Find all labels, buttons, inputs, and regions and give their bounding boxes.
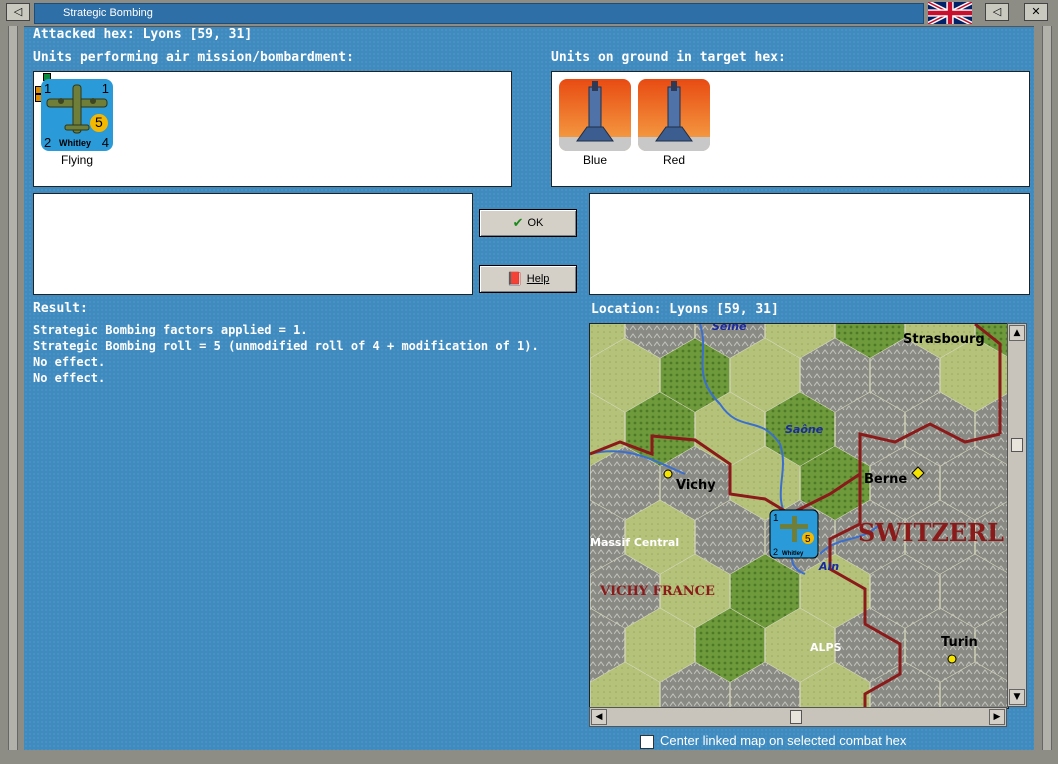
turin-city-icon — [947, 654, 957, 664]
unit-name: Whitley — [59, 138, 92, 148]
checkmark-icon: ✔ — [512, 215, 524, 231]
dialog-content: Attacked hex: Lyons [59, 31] Units perfo… — [24, 26, 1034, 750]
map-label-vichy: Vichy — [676, 478, 716, 493]
bottom-frame — [0, 750, 1058, 764]
ok-label: OK — [527, 217, 544, 229]
result-line: Strategic Bombing roll = 5 (unmodified r… — [33, 339, 539, 353]
location-map[interactable]: Seine Strasbourg Saône Vichy Berne SWITZ… — [589, 323, 1009, 709]
unit-strength: 5 — [95, 114, 103, 130]
ground-unit-blue[interactable]: Blue — [559, 79, 631, 167]
ground-units-panel: Blue Red — [551, 71, 1030, 187]
strategic-bombing-window: ◁ Strategic Bombing ◁ ✕ Attacked hex: Ly… — [0, 0, 1058, 764]
map-label-seine: Seine — [712, 324, 747, 333]
map-label-ain: Ain — [818, 560, 839, 573]
air-unit-whitley[interactable]: 1 1 5 2 Whitley 4 Flying — [41, 79, 113, 167]
whitley-counter: 1 1 5 2 Whitley 4 — [41, 79, 113, 151]
unit-top-left: 1 — [44, 81, 52, 96]
uk-flag-icon — [928, 2, 972, 24]
map-unit-top-left: 1 — [773, 513, 779, 524]
ground-unit-name: Red — [662, 153, 685, 167]
window-title: Strategic Bombing — [63, 7, 153, 19]
center-map-checkbox-row[interactable]: Center linked map on selected combat hex — [640, 733, 906, 749]
map-vertical-scrollbar[interactable]: ▲ ▼ — [1007, 323, 1027, 707]
unit-top-right: 1 — [101, 81, 109, 96]
map-unit-strength: 5 — [805, 534, 811, 545]
map-label-switzerland: SWITZERL — [858, 518, 1004, 547]
ground-units-heading: Units on ground in target hex: — [551, 50, 786, 65]
map-label-strasbourg: Strasbourg — [903, 332, 985, 347]
air-units-panel: 1 1 5 2 Whitley 4 Flying — [33, 71, 512, 187]
ok-button[interactable]: ✔ OK — [479, 209, 577, 237]
attacker-details-panel — [33, 193, 473, 295]
help-button[interactable]: 📕 Help — [479, 265, 577, 293]
scroll-down-arrow[interactable]: ▼ — [1009, 689, 1025, 705]
center-map-checkbox[interactable] — [640, 734, 654, 749]
scroll-right-arrow[interactable]: ▶ — [989, 709, 1005, 725]
right-frame — [1034, 26, 1058, 764]
result-heading: Result: — [33, 301, 88, 316]
map-unit-name: Whitley — [782, 551, 804, 557]
horizontal-scroll-thumb[interactable] — [790, 710, 802, 724]
title-caption[interactable]: Strategic Bombing — [34, 3, 924, 24]
blue-counter — [559, 79, 631, 151]
result-line: No effect. — [33, 355, 106, 369]
vichy-city-icon — [663, 469, 673, 479]
map-unit-whitley[interactable]: 1 5 2 Whitley — [769, 509, 819, 559]
left-frame — [0, 26, 24, 764]
flak-gun-icon — [559, 81, 631, 151]
map-label-vichy-france: VICHY FRANCE — [599, 584, 715, 599]
result-line: Strategic Bombing factors applied = 1. — [33, 323, 308, 337]
map-unit-bottom-left: 2 — [773, 547, 778, 557]
unit-bottom-right: 4 — [101, 135, 109, 150]
map-label-berne: Berne — [864, 472, 907, 487]
ground-unit-red[interactable]: Red — [638, 79, 710, 167]
system-menu-button[interactable]: ◁ — [6, 3, 30, 21]
red-counter — [638, 79, 710, 151]
hex-map: Seine Strasbourg Saône Vichy Berne SWITZ… — [590, 324, 1008, 708]
help-label: Help — [526, 273, 550, 285]
restore-button[interactable]: ◁ — [985, 3, 1009, 21]
help-book-icon: 📕 — [506, 271, 523, 287]
map-label-alps: ALPS — [810, 641, 842, 654]
title-bar: ◁ Strategic Bombing ◁ ✕ — [0, 0, 1058, 27]
unit-bottom-left: 2 — [44, 135, 52, 150]
result-text: Strategic Bombing factors applied = 1. S… — [33, 322, 539, 386]
unit-status-label: Flying — [60, 153, 93, 167]
map-horizontal-scrollbar[interactable]: ◀ ▶ — [589, 707, 1007, 727]
defender-details-panel — [589, 193, 1030, 295]
map-label-saone: Saône — [785, 423, 824, 436]
scroll-up-arrow[interactable]: ▲ — [1009, 325, 1025, 341]
location-heading: Location: Lyons [59, 31] — [591, 302, 779, 317]
air-units-heading: Units performing air mission/bombardment… — [33, 50, 354, 65]
flak-gun-icon — [638, 81, 710, 151]
map-label-turin: Turin — [941, 635, 978, 650]
vertical-scroll-thumb[interactable] — [1011, 438, 1023, 452]
attacked-hex-label: Attacked hex: Lyons [59, 31] — [33, 27, 253, 42]
center-map-label: Center linked map on selected combat hex — [660, 733, 907, 748]
scroll-left-arrow[interactable]: ◀ — [591, 709, 607, 725]
ground-unit-name: Blue — [582, 153, 608, 167]
map-label-massif: Massif Central — [590, 536, 679, 549]
close-button[interactable]: ✕ — [1024, 3, 1048, 21]
result-line: No effect. — [33, 371, 106, 385]
